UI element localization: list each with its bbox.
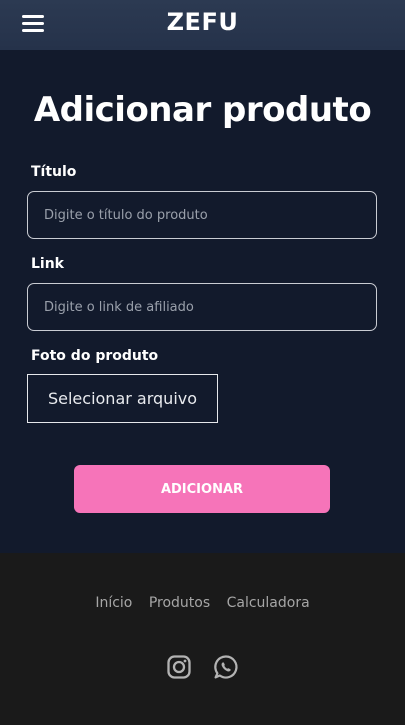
- add-product-button[interactable]: ADICIONAR: [74, 465, 330, 513]
- footer-link-calculadora[interactable]: Calculadora: [227, 595, 310, 611]
- link-input[interactable]: [27, 283, 377, 331]
- main-content: Adicionar produto Título Link Foto do pr…: [0, 50, 405, 553]
- select-file-button[interactable]: Selecionar arquivo: [27, 374, 218, 423]
- footer: Início Produtos Calculadora: [0, 553, 405, 725]
- title-input[interactable]: [27, 191, 377, 239]
- footer-link-inicio[interactable]: Início: [95, 595, 132, 611]
- footer-link-produtos[interactable]: Produtos: [149, 595, 210, 611]
- instagram-icon[interactable]: [166, 654, 192, 680]
- title-field-label: Título: [31, 164, 77, 180]
- page-title: Adicionar produto: [33, 90, 372, 130]
- footer-nav: Início Produtos Calculadora: [0, 595, 405, 611]
- top-navbar: ZEFU: [0, 0, 405, 50]
- whatsapp-icon[interactable]: [213, 654, 239, 680]
- social-links: [0, 654, 405, 684]
- logo[interactable]: ZEFU: [0, 8, 405, 36]
- photo-field-label: Foto do produto: [31, 348, 159, 364]
- link-field-label: Link: [31, 256, 64, 272]
